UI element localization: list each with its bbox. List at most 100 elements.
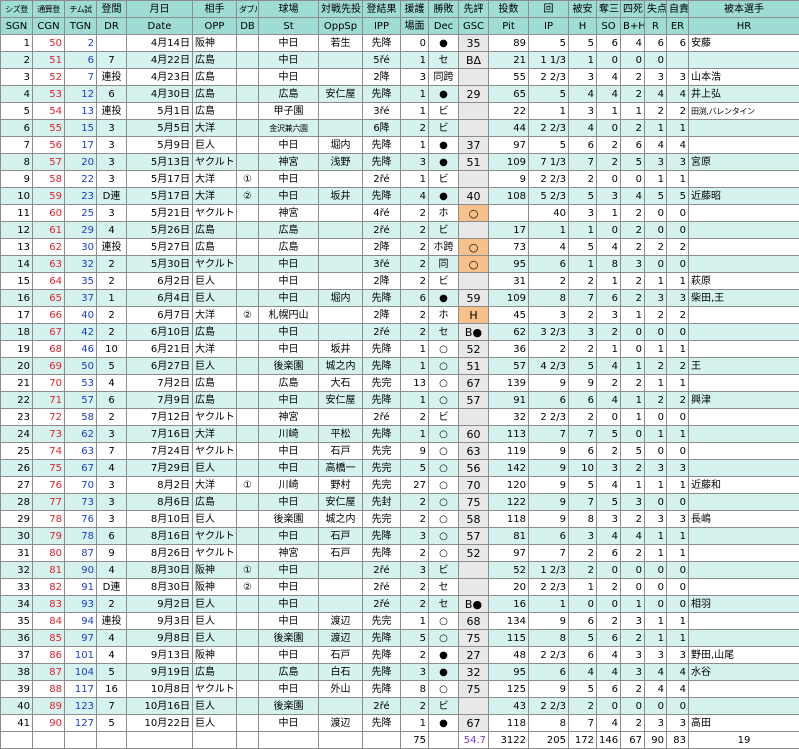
table-cell: 先降 bbox=[363, 664, 401, 681]
table-cell: 2 bbox=[645, 358, 667, 375]
table-cell: ヤクルト bbox=[193, 205, 237, 222]
header-cell: 被安 bbox=[569, 1, 597, 18]
table-cell: 2 bbox=[569, 545, 597, 562]
table-cell: 3řé bbox=[363, 103, 401, 120]
table-cell bbox=[237, 698, 259, 715]
table-cell: 0 bbox=[667, 443, 689, 460]
table-cell: 2降 bbox=[363, 273, 401, 290]
table-cell: 32 bbox=[1, 562, 33, 579]
table-cell: 5月30日 bbox=[127, 256, 193, 273]
table-cell: ● bbox=[429, 647, 459, 664]
table-cell: ① bbox=[237, 562, 259, 579]
table-cell: 3 bbox=[1, 69, 33, 86]
table-cell: 6 bbox=[597, 545, 621, 562]
table-cell: 3 bbox=[645, 511, 667, 528]
table-cell: 川崎 bbox=[259, 477, 319, 494]
table-cell: 97 bbox=[489, 545, 529, 562]
table-cell: ● bbox=[429, 137, 459, 154]
table-cell: 3 bbox=[645, 154, 667, 171]
table-cell: 3 bbox=[621, 256, 645, 273]
table-cell: 9 bbox=[529, 613, 569, 630]
table-cell bbox=[97, 35, 127, 52]
table-cell: 66 bbox=[33, 307, 65, 324]
table-cell: 79 bbox=[33, 528, 65, 545]
table-cell: 7月29日 bbox=[127, 460, 193, 477]
table-cell: 139 bbox=[489, 375, 529, 392]
table-cell: 70 bbox=[65, 477, 97, 494]
header-row-en: SGNCGNTGNDRDateOPPDBStOppSpIPP場面DecGSCPi… bbox=[1, 18, 799, 35]
table-cell: 78 bbox=[33, 511, 65, 528]
table-cell: 71 bbox=[33, 392, 65, 409]
table-cell: 77 bbox=[33, 494, 65, 511]
table-cell: 神宮 bbox=[259, 154, 319, 171]
table-cell: 1 bbox=[529, 596, 569, 613]
table-cell: 中日 bbox=[259, 324, 319, 341]
table-cell bbox=[237, 290, 259, 307]
table-cell: 中日 bbox=[259, 613, 319, 630]
table-cell: 高田 bbox=[689, 715, 799, 732]
table-cell: 40 bbox=[459, 188, 489, 205]
table-cell: 先降 bbox=[363, 35, 401, 52]
table-row: 16653716月4日巨人中日堀内先降6●59109876233柴田,王 bbox=[1, 290, 799, 307]
table-cell: 8 bbox=[529, 630, 569, 647]
table-cell: 後楽園 bbox=[259, 358, 319, 375]
table-cell: 2降 bbox=[363, 69, 401, 86]
table-cell: 神宮 bbox=[259, 205, 319, 222]
table-cell bbox=[319, 256, 363, 273]
table-cell: 4月23日 bbox=[127, 69, 193, 86]
table-cell: 先降 bbox=[363, 392, 401, 409]
table-cell: 1 bbox=[667, 477, 689, 494]
table-cell: 近藤和 bbox=[689, 477, 799, 494]
table-cell: 先完 bbox=[363, 443, 401, 460]
table-cell: 2 bbox=[621, 375, 645, 392]
table-cell: 3 bbox=[645, 460, 667, 477]
table-cell: 0 bbox=[667, 562, 689, 579]
table-cell: ヤクルト bbox=[193, 681, 237, 698]
table-cell: 広島 bbox=[259, 86, 319, 103]
table-cell: ○ bbox=[429, 392, 459, 409]
table-cell: 中日 bbox=[259, 596, 319, 613]
table-cell bbox=[237, 392, 259, 409]
total-cell: 172 bbox=[569, 732, 597, 749]
table-cell: 巨人 bbox=[193, 460, 237, 477]
table-cell: 70 bbox=[33, 375, 65, 392]
table-cell: 109 bbox=[489, 290, 529, 307]
table-cell bbox=[689, 426, 799, 443]
table-cell: 宮原 bbox=[689, 154, 799, 171]
table-cell: セ bbox=[429, 579, 459, 596]
table-cell: ○ bbox=[429, 528, 459, 545]
table-cell: 石戸 bbox=[319, 443, 363, 460]
table-cell: 127 bbox=[65, 715, 97, 732]
table-cell: 5 bbox=[529, 86, 569, 103]
table-cell: 2 bbox=[569, 562, 597, 579]
table-cell: 7 bbox=[569, 715, 597, 732]
table-cell: 5řé bbox=[363, 52, 401, 69]
table-cell: 2 bbox=[97, 256, 127, 273]
table-cell: 2 bbox=[621, 545, 645, 562]
table-cell: 95 bbox=[489, 664, 529, 681]
table-cell: 9月19日 bbox=[127, 664, 193, 681]
table-cell: 5 bbox=[569, 35, 597, 52]
table-cell: 神宮 bbox=[259, 545, 319, 562]
table-cell: 広島 bbox=[259, 239, 319, 256]
table-cell: 0 bbox=[667, 409, 689, 426]
table-cell: 3 bbox=[401, 562, 429, 579]
table-cell: 3 bbox=[667, 511, 689, 528]
table-cell: 2řé bbox=[363, 409, 401, 426]
table-cell: 59 bbox=[33, 188, 65, 205]
table-cell: 1 bbox=[569, 579, 597, 596]
table-cell: 4řé bbox=[363, 205, 401, 222]
table-cell: ヤクルト bbox=[193, 256, 237, 273]
table-cell: 73 bbox=[65, 494, 97, 511]
table-cell: 広島 bbox=[193, 103, 237, 120]
table-cell: 中日 bbox=[259, 681, 319, 698]
table-cell: 104 bbox=[65, 664, 97, 681]
table-cell: 1 bbox=[529, 222, 569, 239]
table-cell: 84 bbox=[33, 613, 65, 630]
table-cell: 7月16日 bbox=[127, 426, 193, 443]
table-cell: 巨人 bbox=[193, 715, 237, 732]
table-cell bbox=[689, 137, 799, 154]
table-cell: 2 2/3 bbox=[529, 647, 569, 664]
table-cell: 3 bbox=[597, 511, 621, 528]
table-cell: 87 bbox=[65, 545, 97, 562]
